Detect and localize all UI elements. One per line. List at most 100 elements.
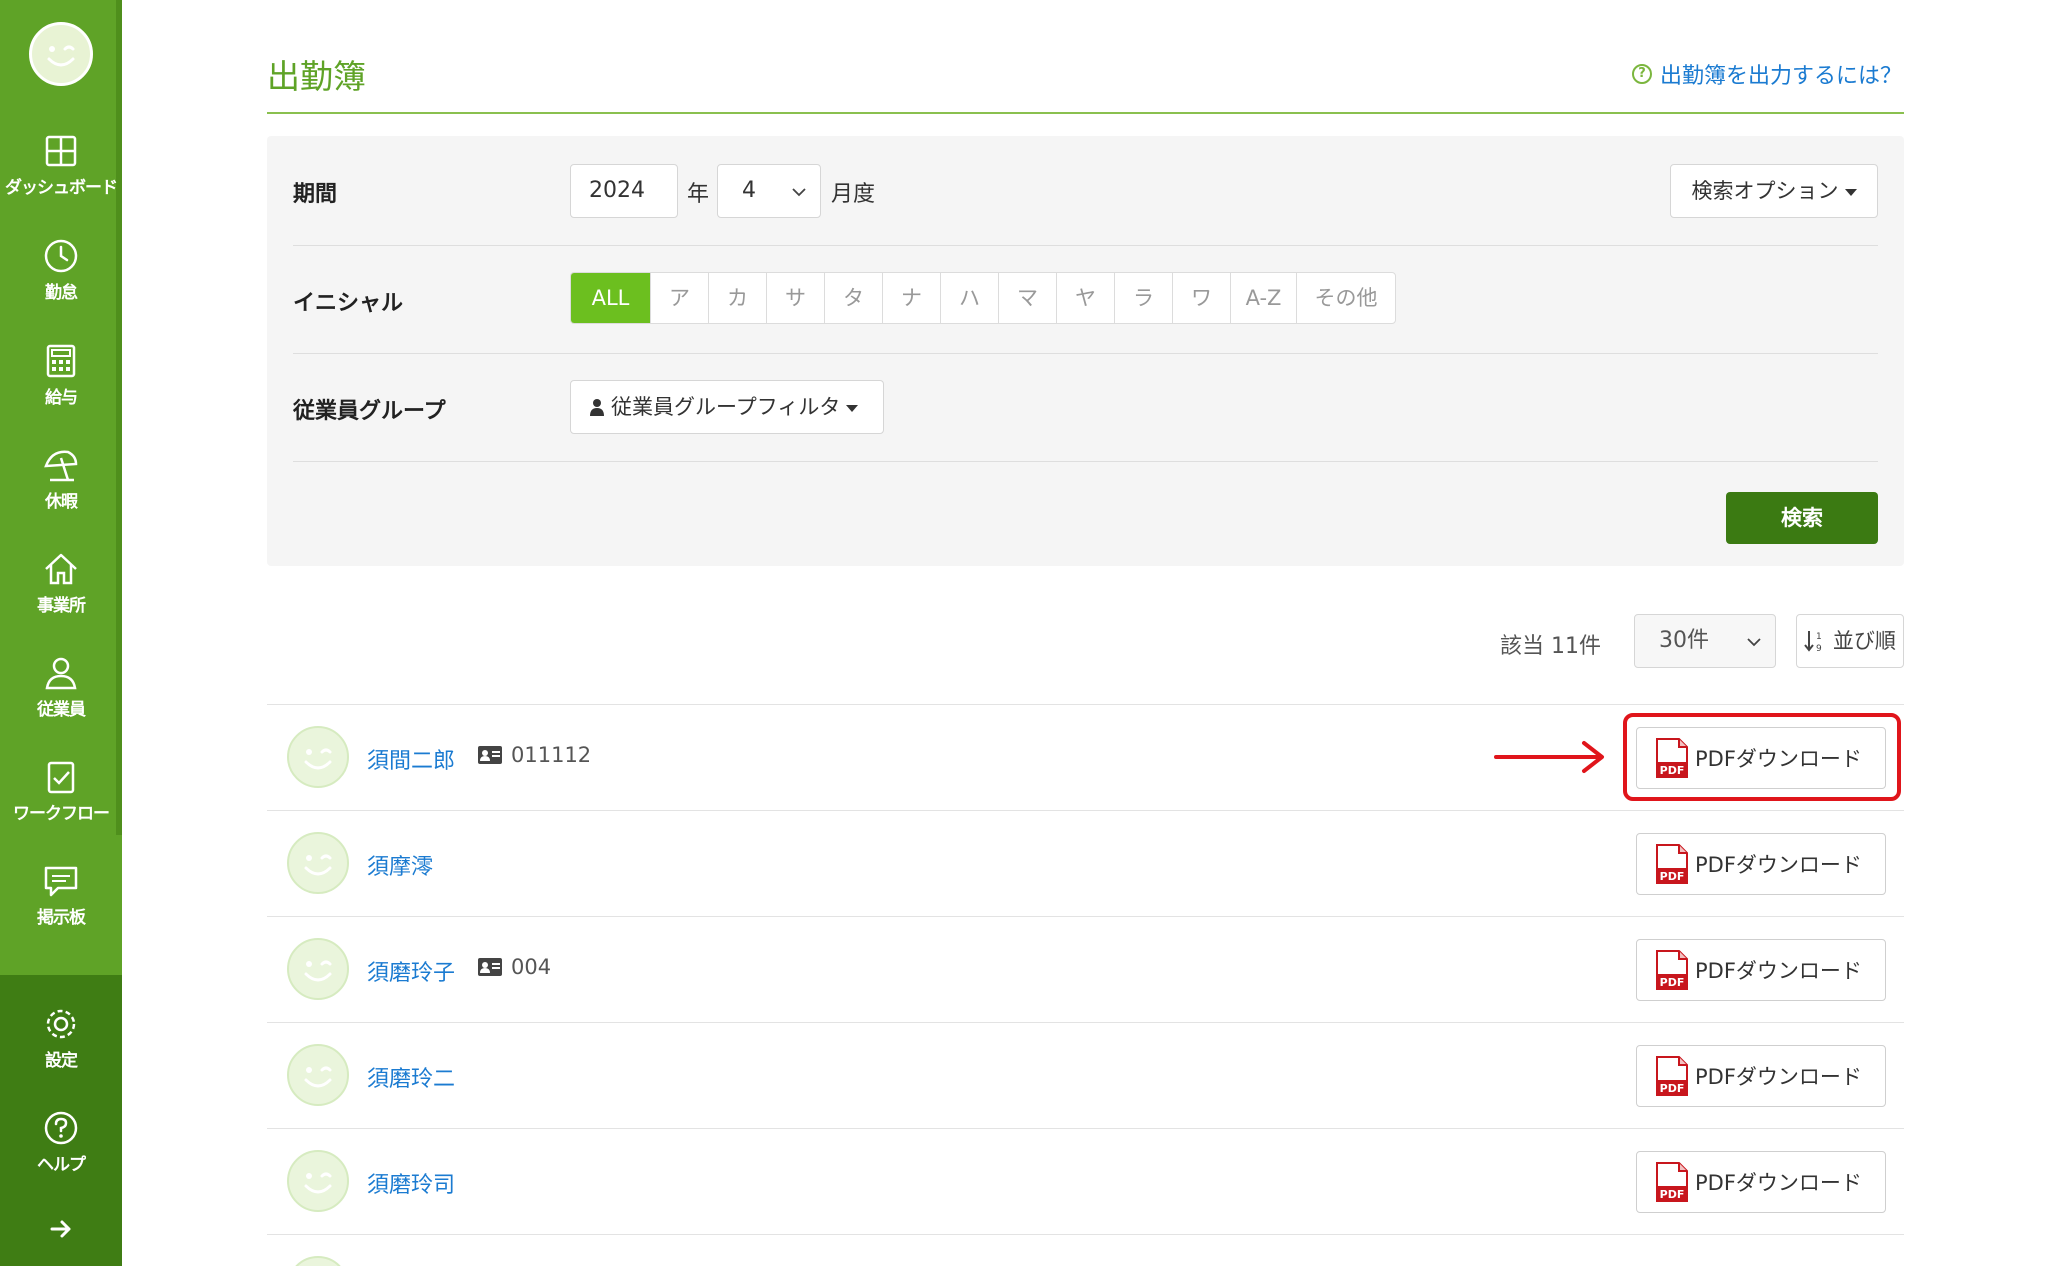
pdf-download-button[interactable]: PDF PDFダウンロード — [1636, 833, 1886, 895]
sidebar-item-payroll[interactable]: 給与 — [0, 342, 122, 438]
initial-ta[interactable]: タ — [825, 273, 883, 323]
month-value: 4 — [742, 178, 756, 203]
filter-divider — [293, 353, 1878, 354]
avatar — [287, 1150, 349, 1212]
pdf-download-button[interactable]: PDF PDFダウンロード — [1636, 1045, 1886, 1107]
help-link-label: 出勤簿を出力するには？ — [1659, 64, 1902, 89]
gear-icon — [46, 1009, 76, 1039]
month-select[interactable]: 4 — [717, 164, 821, 218]
list-item — [267, 1234, 1904, 1266]
initial-label: イニシャル — [293, 291, 404, 316]
initial-ma[interactable]: マ — [999, 273, 1057, 323]
employee-id: 004 — [477, 955, 551, 979]
sidebar-item-label: 掲示板 — [37, 908, 86, 928]
avatar — [287, 1256, 349, 1266]
avatar — [287, 726, 349, 788]
initial-wa[interactable]: ワ — [1173, 273, 1231, 323]
search-options-button[interactable]: 検索オプション — [1670, 164, 1878, 218]
pdf-download-button[interactable]: PDF PDFダウンロード — [1636, 1151, 1886, 1213]
month-unit: 月度 — [831, 182, 876, 207]
question-circle-icon: ? — [1631, 64, 1652, 84]
initial-ra[interactable]: ラ — [1115, 273, 1173, 323]
chevron-down-icon — [1747, 638, 1761, 647]
sidebar-item-label: 従業員 — [37, 700, 86, 720]
person-icon — [45, 657, 77, 690]
initial-filter-group: ALL ア カ サ タ ナ ハ マ ヤ ラ ワ A-Z その他 — [570, 272, 1396, 324]
pdf-download-button[interactable]: PDF PDFダウンロード — [1636, 939, 1886, 1001]
employee-name-link[interactable]: 須摩澪 — [367, 849, 433, 881]
svg-text:PDF: PDF — [1660, 976, 1685, 989]
chevron-down-icon — [792, 188, 806, 197]
pdf-download-label: PDFダウンロード — [1695, 853, 1862, 877]
list-item: 須磨玲子 004 PDF PDFダウンロード — [267, 916, 1904, 1022]
sidebar-item-label: 設定 — [45, 1051, 78, 1071]
employee-group-filter-button[interactable]: 従業員グループフィルタ — [570, 380, 884, 434]
pdf-file-icon: PDF — [1656, 844, 1688, 884]
pdf-download-label: PDFダウンロード — [1695, 1065, 1862, 1089]
employee-name-link[interactable]: 須磨玲二 — [367, 1061, 455, 1093]
svg-text:PDF: PDF — [1660, 870, 1685, 883]
initial-ya[interactable]: ヤ — [1057, 273, 1115, 323]
initial-na[interactable]: ナ — [883, 273, 941, 323]
chat-icon — [44, 866, 78, 897]
sidebar-item-workflow[interactable]: ワークフロー — [0, 758, 122, 854]
sidebar-item-attendance[interactable]: 勤怠 — [0, 237, 122, 333]
sort-label: 並び順 — [1832, 629, 1896, 653]
search-button[interactable]: 検索 — [1726, 492, 1878, 544]
sidebar-item-employees[interactable]: 従業員 — [0, 654, 122, 750]
result-count: 該当 11件 — [1500, 634, 1601, 659]
sidebar-item-office[interactable]: 事業所 — [0, 550, 122, 646]
employee-id-value: 004 — [511, 955, 552, 979]
period-label: 期間 — [293, 182, 338, 207]
sidebar-item-label: ダッシュボード — [5, 178, 118, 198]
initial-all[interactable]: ALL — [571, 273, 651, 323]
initial-ha[interactable]: ハ — [941, 273, 999, 323]
help-link[interactable]: ? 出勤簿を出力するには？ — [1631, 58, 1902, 90]
title-divider — [267, 112, 1904, 114]
year-input[interactable]: 2024 — [570, 164, 678, 218]
sidebar-item-board[interactable]: 掲示板 — [0, 862, 122, 958]
per-page-select[interactable]: 30件 — [1634, 614, 1776, 668]
employee-name-link[interactable]: 須磨玲子 — [367, 955, 455, 987]
initial-ka[interactable]: カ — [709, 273, 767, 323]
pdf-download-label: PDFダウンロード — [1695, 1171, 1862, 1195]
group-filter-label: 従業員グループフィルタ — [611, 395, 841, 419]
pdf-file-icon: PDF — [1656, 1162, 1688, 1202]
year-unit: 年 — [687, 182, 710, 207]
initial-other[interactable]: その他 — [1297, 273, 1395, 323]
svg-text:9: 9 — [1816, 644, 1822, 653]
sidebar-item-help[interactable]: ヘルプ — [0, 1109, 122, 1205]
list-item: 須磨玲二 PDF PDFダウンロード — [267, 1022, 1904, 1128]
svg-text:PDF: PDF — [1660, 1082, 1685, 1095]
sidebar-item-label: 給与 — [45, 388, 78, 408]
calculator-icon — [46, 344, 76, 378]
sidebar-item-settings[interactable]: 設定 — [0, 1005, 122, 1101]
pdf-file-icon: PDF — [1656, 950, 1688, 990]
sidebar-item-dashboard[interactable]: ダッシュボード — [0, 132, 122, 228]
pdf-file-icon: PDF — [1656, 1056, 1688, 1096]
filter-divider — [293, 245, 1878, 246]
employee-name-link[interactable]: 須磨玲司 — [367, 1167, 455, 1199]
employee-name-link[interactable]: 須間二郎 — [367, 743, 455, 775]
list-item: 須磨玲司 PDF PDFダウンロード — [267, 1128, 1904, 1234]
pdf-download-label: PDFダウンロード — [1695, 959, 1862, 983]
search-options-label: 検索オプション — [1691, 179, 1839, 203]
beach-umbrella-icon — [44, 450, 78, 482]
initial-a[interactable]: ア — [651, 273, 709, 323]
avatar — [287, 1044, 349, 1106]
sidebar-item-label: ワークフロー — [13, 804, 110, 824]
expand-arrow-icon[interactable] — [48, 1216, 74, 1242]
list-item: 須摩澪 PDF PDFダウンロード — [267, 810, 1904, 916]
smiley-logo-icon[interactable] — [29, 22, 93, 86]
per-page-value: 30件 — [1659, 628, 1709, 653]
clock-icon — [44, 239, 78, 273]
sidebar-item-leave[interactable]: 休暇 — [0, 446, 122, 542]
initial-a-z[interactable]: A-Z — [1231, 273, 1297, 323]
page-title: 出勤簿 — [267, 57, 366, 96]
caret-down-icon — [846, 404, 859, 412]
sort-button[interactable]: 19 並び順 — [1796, 614, 1904, 668]
id-card-icon — [478, 958, 502, 976]
sort-numeric-icon: 19 — [1804, 631, 1822, 653]
initial-sa[interactable]: サ — [767, 273, 825, 323]
home-icon — [45, 553, 77, 585]
